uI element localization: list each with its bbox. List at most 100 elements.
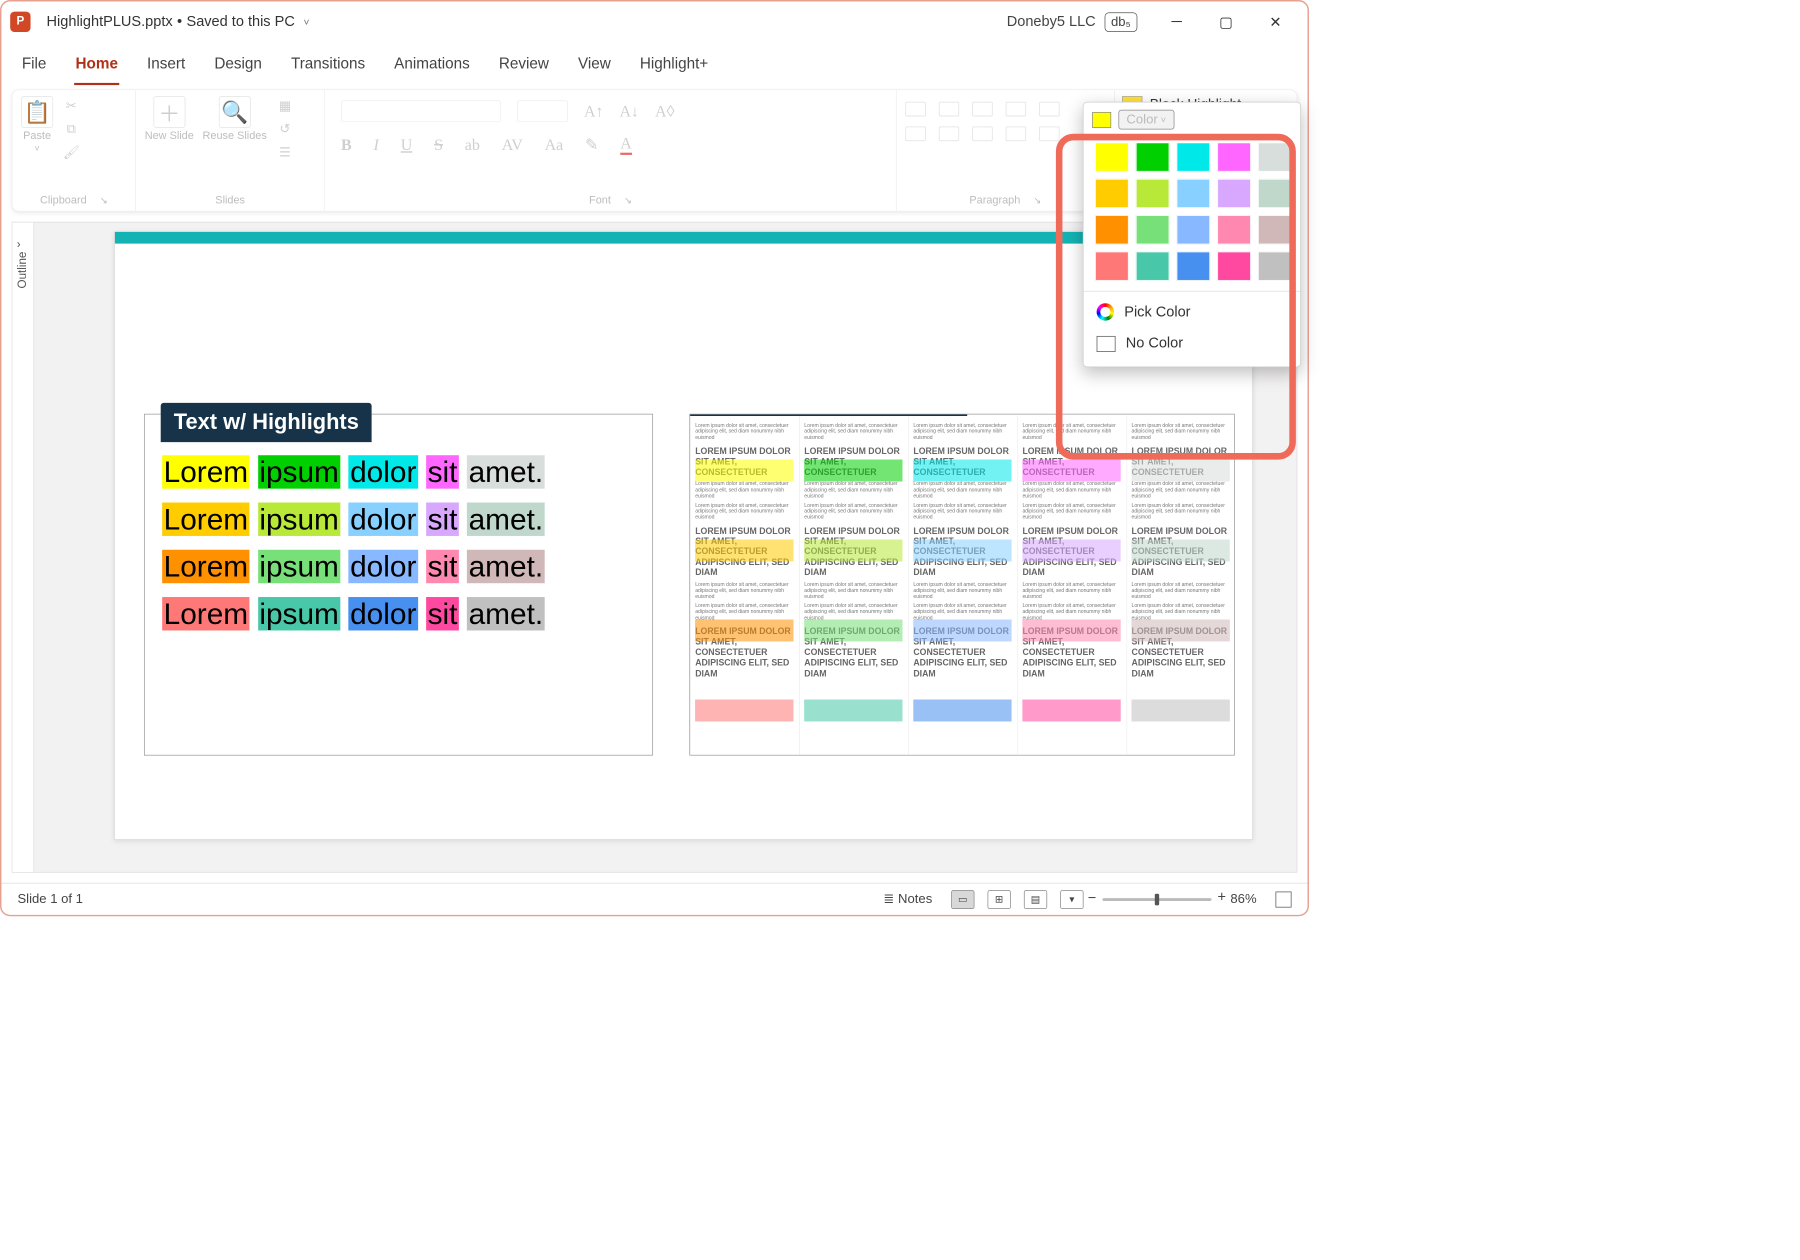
layout-icon[interactable]: ▦ bbox=[276, 96, 295, 115]
color-swatch-2[interactable] bbox=[1177, 143, 1210, 172]
color-swatch-3[interactable] bbox=[1217, 143, 1250, 172]
color-wheel-icon bbox=[1097, 303, 1114, 320]
spacing-button[interactable]: AV bbox=[502, 135, 523, 154]
zoom-value[interactable]: 86% bbox=[1230, 892, 1256, 907]
group-clipboard-label: Clipboard bbox=[40, 194, 87, 206]
bold-button[interactable]: B bbox=[341, 135, 352, 154]
pick-color-row[interactable]: Pick Color bbox=[1084, 296, 1301, 328]
org-badge[interactable]: db₅ bbox=[1104, 12, 1137, 32]
reuse-slides-button[interactable]: 🔍 Reuse Slides bbox=[203, 96, 267, 142]
tab-review[interactable]: Review bbox=[497, 51, 550, 85]
box-highlight bbox=[913, 460, 1011, 482]
popup-current-color bbox=[1092, 112, 1111, 128]
tab-home[interactable]: Home bbox=[74, 51, 119, 85]
notes-button[interactable]: ≣ Notes bbox=[883, 892, 932, 907]
italic-button[interactable]: I bbox=[374, 135, 379, 154]
reset-icon[interactable]: ↺ bbox=[276, 119, 295, 138]
shadow-button[interactable]: ab bbox=[465, 135, 480, 154]
clipboard-launcher-icon[interactable]: ↘ bbox=[100, 195, 108, 207]
color-swatch-16[interactable] bbox=[1136, 252, 1169, 281]
color-swatch-10[interactable] bbox=[1095, 215, 1128, 244]
box-highlight bbox=[913, 620, 1011, 642]
tab-transitions[interactable]: Transitions bbox=[290, 51, 367, 85]
bullets-icon[interactable] bbox=[905, 102, 925, 117]
box-highlight bbox=[804, 620, 902, 642]
chevron-down-icon[interactable]: ˅ bbox=[304, 16, 310, 28]
fit-to-window-button[interactable] bbox=[1276, 891, 1292, 907]
box-highlight bbox=[1022, 620, 1120, 642]
box-highlight bbox=[695, 460, 793, 482]
color-swatch-18[interactable] bbox=[1217, 252, 1250, 281]
highlight-line: Lorem ipsum dolor sit amet. bbox=[162, 550, 635, 584]
color-swatch-17[interactable] bbox=[1177, 252, 1210, 281]
tab-highlight-plus[interactable]: Highlight+ bbox=[638, 51, 709, 85]
paste-button[interactable]: 📋 Paste ˅ bbox=[21, 96, 53, 153]
paragraph-launcher-icon[interactable]: ↘ bbox=[1033, 195, 1041, 207]
color-swatch-7[interactable] bbox=[1177, 179, 1210, 208]
color-swatch-0[interactable] bbox=[1095, 143, 1128, 172]
outline-expand-icon[interactable]: › bbox=[17, 239, 21, 252]
no-color-row[interactable]: No Color bbox=[1084, 328, 1301, 359]
save-status[interactable]: Saved to this PC bbox=[186, 13, 294, 30]
copy-icon[interactable]: ⧉ bbox=[62, 119, 81, 138]
image-highlights-card[interactable]: Image w/ Box Highlights Lorem ipsum dolo… bbox=[689, 414, 1234, 756]
format-painter-icon[interactable]: 🖌 bbox=[62, 143, 81, 162]
slideshow-button[interactable]: ▾ bbox=[1060, 890, 1083, 909]
cut-icon[interactable]: ✂ bbox=[62, 96, 81, 115]
box-highlight bbox=[1022, 540, 1120, 562]
maximize-button[interactable]: ▢ bbox=[1216, 12, 1236, 32]
minimize-button[interactable]: ─ bbox=[1166, 12, 1186, 32]
no-color-icon bbox=[1097, 336, 1116, 352]
color-swatch-11[interactable] bbox=[1136, 215, 1169, 244]
reading-view-button[interactable]: ▤ bbox=[1024, 890, 1047, 909]
doc-column: Lorem ipsum dolor sit amet, consectetuer… bbox=[908, 416, 1016, 756]
color-swatch-19[interactable] bbox=[1258, 252, 1291, 281]
color-swatch-5[interactable] bbox=[1095, 179, 1128, 208]
tab-view[interactable]: View bbox=[577, 51, 613, 85]
color-swatch-4[interactable] bbox=[1258, 143, 1291, 172]
close-button[interactable]: ✕ bbox=[1265, 12, 1285, 32]
highlight-line: Lorem ipsum dolor sit amet. bbox=[162, 597, 635, 631]
case-button[interactable]: Aa bbox=[545, 135, 564, 154]
strike-button[interactable]: S bbox=[434, 135, 443, 154]
filename: HighlightPLUS.pptx bbox=[47, 13, 173, 30]
slide-accent-bar bbox=[115, 232, 1252, 244]
color-swatch-6[interactable] bbox=[1136, 179, 1169, 208]
underline-button[interactable]: U bbox=[401, 135, 413, 154]
color-swatch-1[interactable] bbox=[1136, 143, 1169, 172]
sorter-view-button[interactable]: ⊞ bbox=[988, 890, 1011, 909]
outline-panel-tab[interactable]: Outline bbox=[12, 223, 34, 872]
clear-format-icon[interactable]: A◊ bbox=[655, 102, 674, 121]
color-swatch-15[interactable] bbox=[1095, 252, 1128, 281]
box-highlight bbox=[695, 540, 793, 562]
highlight-text-icon[interactable]: ✎ bbox=[585, 135, 598, 154]
box-highlight bbox=[1132, 620, 1230, 642]
group-slides-label: Slides bbox=[215, 194, 245, 206]
font-launcher-icon[interactable]: ↘ bbox=[624, 195, 632, 207]
box-highlight bbox=[1022, 460, 1120, 482]
font-color-icon[interactable]: A bbox=[620, 134, 632, 155]
color-swatch-9[interactable] bbox=[1258, 179, 1291, 208]
section-icon[interactable]: ☰ bbox=[276, 143, 295, 162]
tab-file[interactable]: File bbox=[20, 51, 48, 85]
decrease-font-icon[interactable]: A↓ bbox=[619, 102, 639, 121]
group-font-label: Font bbox=[589, 194, 611, 206]
popup-color-button[interactable]: Color˅ bbox=[1118, 110, 1174, 130]
normal-view-button[interactable]: ▭ bbox=[951, 890, 974, 909]
new-slide-button[interactable]: ＋ New Slide bbox=[145, 96, 194, 142]
text-highlights-card[interactable]: Text w/ Highlights Lorem ipsum dolor sit… bbox=[144, 414, 653, 756]
tab-animations[interactable]: Animations bbox=[393, 51, 471, 85]
tab-design[interactable]: Design bbox=[213, 51, 263, 85]
color-swatch-12[interactable] bbox=[1177, 215, 1210, 244]
doc-column: Lorem ipsum dolor sit amet, consectetuer… bbox=[690, 416, 798, 756]
box-highlight bbox=[913, 700, 1011, 722]
color-swatch-13[interactable] bbox=[1217, 215, 1250, 244]
color-swatch-8[interactable] bbox=[1217, 179, 1250, 208]
color-swatch-14[interactable] bbox=[1258, 215, 1291, 244]
slide-indicator: Slide 1 of 1 bbox=[17, 892, 82, 907]
zoom-slider[interactable] bbox=[1102, 898, 1211, 901]
box-highlight bbox=[804, 460, 902, 482]
increase-font-icon[interactable]: A↑ bbox=[584, 102, 604, 121]
tab-insert[interactable]: Insert bbox=[146, 51, 187, 85]
group-paragraph-label: Paragraph bbox=[969, 194, 1020, 206]
